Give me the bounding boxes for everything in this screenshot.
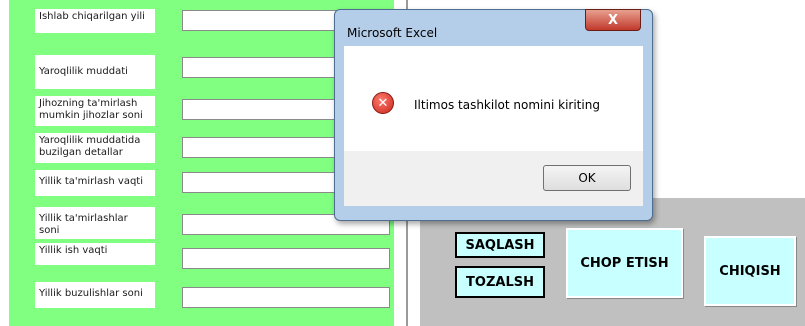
label-yaroqlilik-muddati: Yaroqlilik muddati [35, 55, 155, 89]
label-tamirlash-jihozlar-soni: Jihozning ta'mirlash mumkin jihozlar son… [35, 96, 155, 126]
close-icon[interactable]: X [585, 9, 641, 31]
label-yillik-buzulishlar-soni: Yillik buzulishlar soni [35, 282, 155, 308]
print-button[interactable]: CHOP ETISH [566, 228, 683, 298]
label-yillik-tamirlash-vaqti: Yillik ta'mirlash vaqti [35, 170, 155, 196]
message-dialog: Microsoft Excel X ✕ Iltimos tashkilot no… [334, 9, 653, 221]
error-icon: ✕ [372, 92, 394, 114]
label-yillik-ish-vaqti: Yillik ish vaqti [35, 243, 155, 265]
clear-button[interactable]: TOZALSH [455, 266, 545, 298]
label-yillik-tamirlashlar-soni: Yillik ta'mirlashlar soni [35, 207, 155, 239]
field-yillik-buzulishlar-soni[interactable] [182, 287, 390, 308]
label-buzilgan-detallar: Yaroqlilik muddatida buzilgan detallar [35, 133, 155, 163]
dialog-message: Iltimos tashkilot nomini kiriting [414, 98, 600, 112]
save-button[interactable]: SAQLASH [455, 232, 545, 258]
dialog-title: Microsoft Excel [347, 26, 438, 40]
dialog-body: ✕ Iltimos tashkilot nomini kiriting [344, 46, 643, 151]
dialog-footer: OK [344, 151, 643, 206]
exit-button[interactable]: CHIQISH [704, 236, 796, 306]
field-yillik-ish-vaqti[interactable] [182, 248, 390, 269]
ok-button[interactable]: OK [543, 165, 631, 191]
label-ishlab-chiqarilgan-yili: Ishlab chiqarilgan yili [35, 9, 155, 33]
